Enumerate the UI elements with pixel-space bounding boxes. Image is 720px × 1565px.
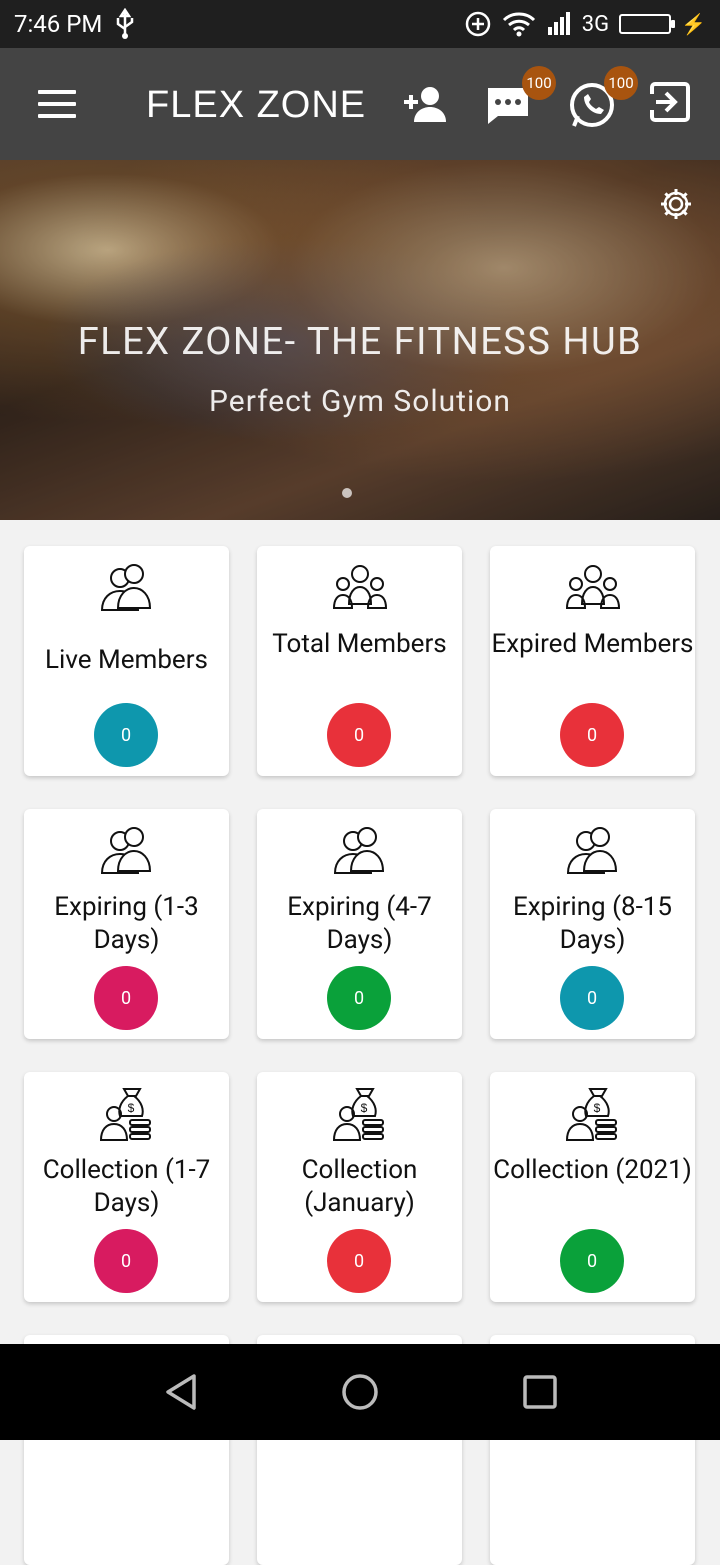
svg-text:$: $	[128, 1101, 135, 1115]
logout-icon	[648, 80, 692, 124]
recents-icon[interactable]	[522, 1372, 558, 1412]
app-title: FLEX ZONE	[146, 84, 374, 127]
card-label: Total Members	[257, 628, 462, 661]
group-icon	[564, 560, 622, 616]
app-bar: FLEX ZONE 100 100	[0, 48, 720, 160]
back-icon[interactable]	[162, 1372, 200, 1412]
hero-banner[interactable]: FLEX ZONE- THE FITNESS HUB Perfect Gym S…	[0, 160, 720, 520]
card-collection-2021[interactable]: $ Collection (2021) 0	[490, 1072, 695, 1302]
count-badge: 0	[560, 703, 624, 767]
status-time: 7:46 PM	[14, 10, 102, 38]
home-icon[interactable]	[340, 1372, 380, 1412]
whatsapp-badge: 100	[604, 66, 638, 100]
money-bag-icon: $	[331, 1086, 389, 1142]
wifi-icon	[502, 11, 536, 37]
card-collection-1-7[interactable]: $ Collection (1-7 Days) 0	[24, 1072, 229, 1302]
money-bag-icon: $	[98, 1086, 156, 1142]
members-icon	[98, 560, 156, 616]
members-icon	[331, 823, 389, 879]
count-badge: 0	[560, 1229, 624, 1293]
count-badge: 0	[327, 966, 391, 1030]
carousel-indicator[interactable]	[342, 488, 352, 498]
system-nav-bar	[0, 1344, 720, 1440]
card-label: Collection (1-7 Days)	[24, 1154, 229, 1220]
add-person-icon	[400, 80, 452, 132]
count-badge: 0	[94, 1229, 158, 1293]
card-live-members[interactable]: Live Members 0	[24, 546, 229, 776]
charging-icon: ⚡	[681, 12, 706, 36]
members-icon	[98, 823, 156, 879]
card-expiring-4-7[interactable]: Expiring (4-7 Days) 0	[257, 809, 462, 1039]
battery-icon	[619, 14, 671, 34]
menu-icon[interactable]	[38, 90, 76, 118]
status-bar: 7:46 PM 3G ⚡	[0, 0, 720, 48]
usb-icon	[112, 8, 138, 40]
card-label: Expiring (8-15 Days)	[490, 891, 695, 957]
card-label: Live Members	[24, 644, 229, 677]
card-expiring-1-3[interactable]: Expiring (1-3 Days) 0	[24, 809, 229, 1039]
hero-title: FLEX ZONE- THE FITNESS HUB	[0, 320, 720, 364]
count-badge: 0	[94, 966, 158, 1030]
card-label: Collection (January)	[257, 1154, 462, 1220]
data-saver-icon	[464, 10, 492, 38]
svg-text:$: $	[361, 1101, 368, 1115]
svg-text:$: $	[594, 1101, 601, 1115]
members-icon	[564, 823, 622, 879]
card-label: Expired Members	[490, 628, 695, 661]
hero-subtitle: Perfect Gym Solution	[0, 384, 720, 419]
add-member-button[interactable]	[400, 80, 452, 132]
card-collection-january[interactable]: $ Collection (January) 0	[257, 1072, 462, 1302]
card-total-members[interactable]: Total Members 0	[257, 546, 462, 776]
card-label: Expiring (1-3 Days)	[24, 891, 229, 957]
money-bag-icon: $	[564, 1086, 622, 1142]
group-icon	[331, 560, 389, 616]
network-type: 3G	[582, 12, 609, 37]
gear-icon[interactable]	[658, 186, 694, 222]
messages-badge: 100	[522, 66, 556, 100]
card-expiring-8-15[interactable]: Expiring (8-15 Days) 0	[490, 809, 695, 1039]
card-label: Collection (2021)	[490, 1154, 695, 1187]
card-expired-members[interactable]: Expired Members 0	[490, 546, 695, 776]
logout-button[interactable]	[648, 80, 700, 132]
count-badge: 0	[327, 703, 391, 767]
count-badge: 0	[560, 966, 624, 1030]
count-badge: 0	[94, 703, 158, 767]
whatsapp-button[interactable]: 100	[566, 80, 618, 132]
count-badge: 0	[327, 1229, 391, 1293]
messages-button[interactable]: 100	[484, 80, 536, 132]
card-label: Expiring (4-7 Days)	[257, 891, 462, 957]
signal-icon	[546, 11, 572, 37]
